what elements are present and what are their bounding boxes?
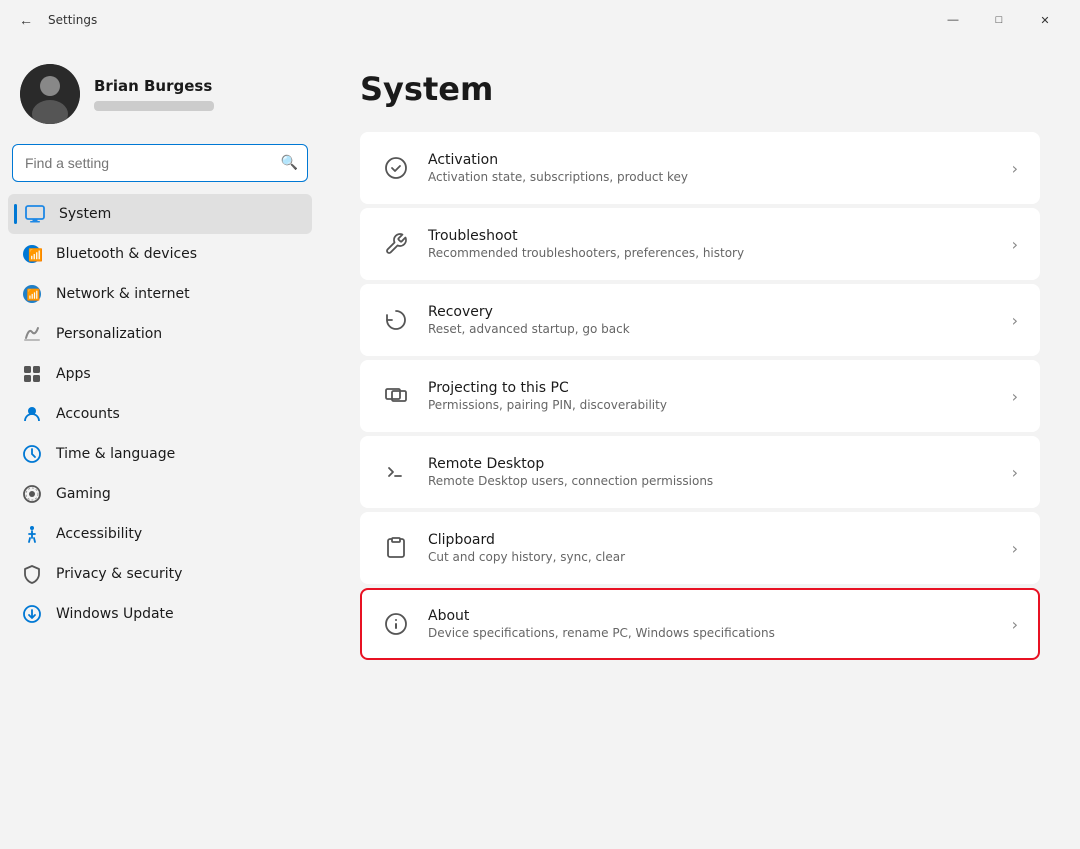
sidebar-item-accounts[interactable]: Accounts xyxy=(8,394,312,434)
active-indicator xyxy=(14,204,17,224)
sidebar-item-system[interactable]: System xyxy=(8,194,312,234)
user-info: Brian Burgess xyxy=(94,77,214,111)
bluetooth-icon: 📶 xyxy=(22,244,42,264)
svg-text:📶: 📶 xyxy=(28,248,42,262)
sidebar-item-accessibility[interactable]: Accessibility xyxy=(8,514,312,554)
sidebar-item-time[interactable]: Time & language xyxy=(8,434,312,474)
maximize-button[interactable]: □ xyxy=(976,4,1022,36)
system-icon xyxy=(25,204,45,224)
setting-item-recovery[interactable]: Recovery Reset, advanced startup, go bac… xyxy=(360,284,1040,356)
activation-icon xyxy=(382,154,410,182)
setting-desc-troubleshoot: Recommended troubleshooters, preferences… xyxy=(428,246,994,260)
sidebar-item-label: System xyxy=(59,206,111,222)
about-icon xyxy=(382,610,410,638)
setting-title-projecting: Projecting to this PC xyxy=(428,380,994,396)
chevron-right-icon: › xyxy=(1012,387,1018,406)
setting-desc-about: Device specifications, rename PC, Window… xyxy=(428,626,994,640)
nav-list: System 📶 Bluetooth & devices 📶 Network &… xyxy=(8,194,312,634)
sidebar-item-personalization[interactable]: Personalization xyxy=(8,314,312,354)
sidebar-item-label: Windows Update xyxy=(56,606,174,622)
setting-item-projecting[interactable]: Projecting to this PC Permissions, pairi… xyxy=(360,360,1040,432)
network-icon: 📶 xyxy=(22,284,42,304)
sidebar: Brian Burgess 🔍 System 📶 Bluetooth & dev… xyxy=(0,40,320,849)
chevron-right-icon: › xyxy=(1012,311,1018,330)
accounts-icon xyxy=(22,404,42,424)
setting-title-about: About xyxy=(428,608,994,624)
setting-item-clipboard[interactable]: Clipboard Cut and copy history, sync, cl… xyxy=(360,512,1040,584)
chevron-right-icon: › xyxy=(1012,539,1018,558)
search-box: 🔍 xyxy=(12,144,308,182)
update-icon xyxy=(22,604,42,624)
user-subtitle xyxy=(94,101,214,111)
setting-desc-recovery: Reset, advanced startup, go back xyxy=(428,322,994,336)
chevron-right-icon: › xyxy=(1012,463,1018,482)
sidebar-item-update[interactable]: Windows Update xyxy=(8,594,312,634)
setting-desc-remote-desktop: Remote Desktop users, connection permiss… xyxy=(428,474,994,488)
user-name: Brian Burgess xyxy=(94,77,214,95)
gaming-icon xyxy=(22,484,42,504)
chevron-right-icon: › xyxy=(1012,235,1018,254)
sidebar-item-apps[interactable]: Apps xyxy=(8,354,312,394)
app-body: Brian Burgess 🔍 System 📶 Bluetooth & dev… xyxy=(0,40,1080,849)
sidebar-item-label: Time & language xyxy=(56,446,175,462)
setting-item-activation[interactable]: Activation Activation state, subscriptio… xyxy=(360,132,1040,204)
troubleshoot-icon xyxy=(382,230,410,258)
setting-title-remote-desktop: Remote Desktop xyxy=(428,456,994,472)
search-icon: 🔍 xyxy=(281,155,298,171)
personalization-icon xyxy=(22,324,42,344)
accessibility-icon xyxy=(22,524,42,544)
setting-item-troubleshoot[interactable]: Troubleshoot Recommended troubleshooters… xyxy=(360,208,1040,280)
setting-desc-activation: Activation state, subscriptions, product… xyxy=(428,170,994,184)
minimize-button[interactable]: — xyxy=(930,4,976,36)
setting-title-activation: Activation xyxy=(428,152,994,168)
sidebar-item-privacy[interactable]: Privacy & security xyxy=(8,554,312,594)
setting-item-about[interactable]: About Device specifications, rename PC, … xyxy=(360,588,1040,660)
avatar xyxy=(20,64,80,124)
setting-desc-clipboard: Cut and copy history, sync, clear xyxy=(428,550,994,564)
main-content: System Activation Activation state, subs… xyxy=(320,40,1080,849)
apps-icon xyxy=(22,364,42,384)
sidebar-item-gaming[interactable]: Gaming xyxy=(8,474,312,514)
sidebar-item-network[interactable]: 📶 Network & internet xyxy=(8,274,312,314)
setting-desc-projecting: Permissions, pairing PIN, discoverabilit… xyxy=(428,398,994,412)
clipboard-icon xyxy=(382,534,410,562)
setting-title-recovery: Recovery xyxy=(428,304,994,320)
setting-title-clipboard: Clipboard xyxy=(428,532,994,548)
chevron-right-icon: › xyxy=(1012,615,1018,634)
sidebar-item-label: Accounts xyxy=(56,406,120,422)
sidebar-item-label: Privacy & security xyxy=(56,566,182,582)
search-input[interactable] xyxy=(12,144,308,182)
page-title: System xyxy=(360,70,1040,108)
sidebar-item-label: Network & internet xyxy=(56,286,190,302)
remote-desktop-icon xyxy=(382,458,410,486)
settings-list: Activation Activation state, subscriptio… xyxy=(360,132,1040,660)
recovery-icon xyxy=(382,306,410,334)
user-section: Brian Burgess xyxy=(8,56,312,140)
setting-item-remote-desktop[interactable]: Remote Desktop Remote Desktop users, con… xyxy=(360,436,1040,508)
setting-title-troubleshoot: Troubleshoot xyxy=(428,228,994,244)
privacy-icon xyxy=(22,564,42,584)
sidebar-item-label: Personalization xyxy=(56,326,162,342)
time-icon xyxy=(22,444,42,464)
svg-text:📶: 📶 xyxy=(27,289,41,302)
window-controls: — □ ✕ xyxy=(930,4,1068,36)
sidebar-item-label: Gaming xyxy=(56,486,111,502)
titlebar: ← Settings — □ ✕ xyxy=(0,0,1080,40)
projecting-icon xyxy=(382,382,410,410)
chevron-right-icon: › xyxy=(1012,159,1018,178)
sidebar-item-label: Bluetooth & devices xyxy=(56,246,197,262)
back-button[interactable]: ← xyxy=(12,6,40,34)
sidebar-item-label: Accessibility xyxy=(56,526,142,542)
sidebar-item-label: Apps xyxy=(56,366,91,382)
close-button[interactable]: ✕ xyxy=(1022,4,1068,36)
sidebar-item-bluetooth[interactable]: 📶 Bluetooth & devices xyxy=(8,234,312,274)
window-title: Settings xyxy=(48,13,97,27)
